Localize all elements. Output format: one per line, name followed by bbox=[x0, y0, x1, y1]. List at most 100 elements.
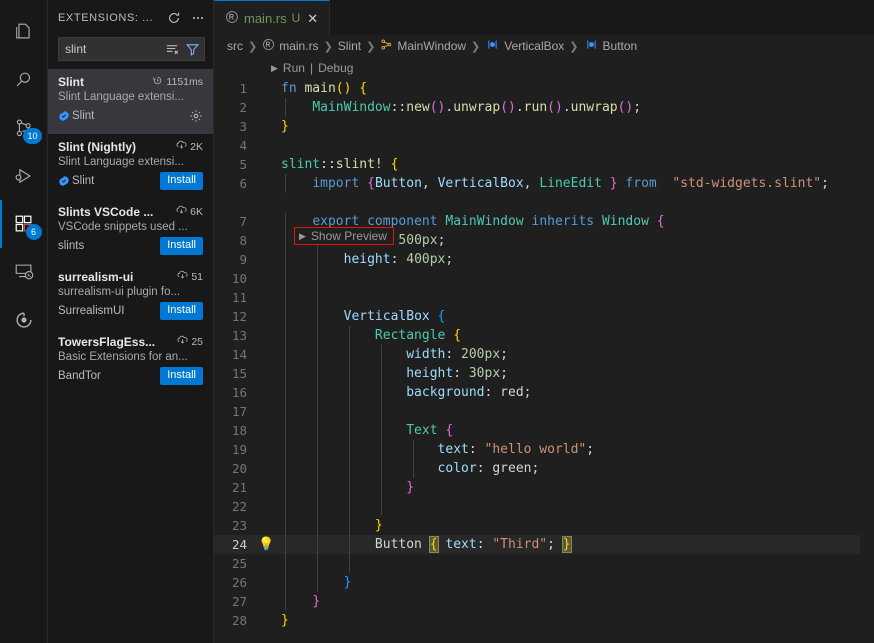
codelens-show-preview-label[interactable]: Show Preview bbox=[311, 229, 387, 243]
extension-name: Slint (Nightly) bbox=[58, 140, 172, 154]
download-icon bbox=[177, 270, 188, 284]
line-gutter bbox=[254, 307, 281, 326]
extension-description: VSCode snippets used ... bbox=[58, 221, 203, 233]
search-input[interactable] bbox=[65, 42, 161, 56]
list-item[interactable]: Slints VSCode ... 6K VSCode snippets use… bbox=[48, 199, 213, 264]
line-content: } bbox=[281, 478, 874, 497]
line-content bbox=[281, 269, 874, 288]
extension-name: Slints VSCode ... bbox=[58, 205, 172, 219]
line-content: VerticalBox { bbox=[281, 307, 874, 326]
line-number: 28 bbox=[214, 611, 254, 630]
line-number: 27 bbox=[214, 592, 254, 611]
extension-meta-value: 25 bbox=[191, 336, 203, 348]
extension-search-box[interactable] bbox=[58, 37, 205, 61]
activity-item-source-control[interactable]: 10 bbox=[0, 104, 48, 152]
install-button[interactable]: Install bbox=[160, 172, 203, 190]
codelens-placeholder bbox=[281, 193, 874, 212]
line-number: 4 bbox=[214, 136, 254, 155]
activity-item-run-debug[interactable] bbox=[0, 152, 48, 200]
install-button[interactable]: Install bbox=[160, 237, 203, 255]
download-icon bbox=[176, 140, 187, 154]
codelens-show-preview[interactable]: ▶ Show Preview bbox=[294, 227, 394, 245]
clear-filter-icon[interactable] bbox=[163, 40, 181, 58]
tab-bar-empty-space bbox=[330, 0, 874, 35]
list-item[interactable]: surrealism-ui 51 surrealism-ui plugin fo… bbox=[48, 264, 213, 329]
activity-item-explorer[interactable] bbox=[0, 8, 48, 56]
activity-item-remote-explorer[interactable] bbox=[0, 248, 48, 296]
install-button[interactable]: Install bbox=[160, 367, 203, 385]
line-content: color: green; bbox=[281, 459, 874, 478]
line-number: 9 bbox=[214, 250, 254, 269]
line-content: Text { bbox=[281, 421, 874, 440]
line-number: 12 bbox=[214, 307, 254, 326]
line-content: text: "hello world"; bbox=[281, 440, 874, 459]
line-number: 11 bbox=[214, 288, 254, 307]
line-content: } bbox=[281, 117, 874, 136]
code-editor[interactable]: ▶ Run | Debug 1 fn main() { 2 MainWindow… bbox=[214, 57, 874, 643]
line-gutter bbox=[254, 383, 281, 402]
line-gutter bbox=[254, 136, 281, 155]
list-item[interactable]: Slint 1151ms Slint Language extensi... bbox=[48, 69, 213, 134]
extension-name: Slint bbox=[58, 75, 148, 89]
verified-badge-icon bbox=[58, 110, 70, 122]
breadcrumb-label: src bbox=[227, 39, 243, 53]
search-icon bbox=[13, 69, 35, 91]
close-icon[interactable]: ✕ bbox=[305, 10, 320, 27]
list-item[interactable]: Slint (Nightly) 2K Slint Language extens… bbox=[48, 134, 213, 199]
line-gutter bbox=[254, 516, 281, 535]
breadcrumb-separator: ❯ bbox=[568, 40, 579, 53]
ellipsis-icon[interactable] bbox=[189, 9, 207, 27]
extensions-badge: 6 bbox=[26, 224, 42, 240]
activity-item-extensions[interactable]: 6 bbox=[0, 200, 48, 248]
code-line: 27 } bbox=[214, 592, 874, 611]
extension-gear-button[interactable] bbox=[189, 109, 203, 123]
files-icon bbox=[13, 21, 35, 43]
extension-name: surrealism-ui bbox=[58, 270, 173, 284]
breadcrumb-label: VerticalBox bbox=[504, 39, 564, 53]
extension-publisher: BandTor bbox=[58, 370, 160, 382]
codelens-debug-label[interactable]: Debug bbox=[318, 61, 353, 75]
minimap-area[interactable] bbox=[860, 57, 874, 643]
extension-description: Slint Language extensi... bbox=[58, 91, 203, 103]
tab-modifier: U bbox=[292, 11, 301, 25]
install-button[interactable]: Install bbox=[160, 302, 203, 320]
line-content: height: 400px; bbox=[281, 250, 874, 269]
line-gutter bbox=[254, 611, 281, 630]
breadcrumb-item-verticalbox[interactable]: VerticalBox bbox=[485, 38, 564, 54]
breadcrumb-item-slint[interactable]: Slint bbox=[338, 39, 361, 53]
breadcrumb-item-main-rs[interactable]: main.rs bbox=[262, 38, 318, 54]
codelens-run-label[interactable]: Run bbox=[283, 61, 305, 75]
line-gutter bbox=[254, 592, 281, 611]
tab-main-rs[interactable]: main.rs U ✕ bbox=[214, 0, 330, 35]
list-item[interactable]: TowersFlagEss... 25 Basic Extensions for… bbox=[48, 329, 213, 394]
filter-icon[interactable] bbox=[183, 40, 201, 58]
code-line: 6 import {Button, VerticalBox, LineEdit … bbox=[214, 174, 874, 193]
line-gutter bbox=[254, 98, 281, 117]
line-number: 20 bbox=[214, 459, 254, 478]
lightbulb-icon[interactable]: 💡 bbox=[258, 537, 274, 552]
codelens-run-debug[interactable]: ▶ Run | Debug bbox=[271, 57, 353, 79]
code-line: 17 bbox=[214, 402, 874, 421]
vscode-window: 10 6 bbox=[0, 0, 874, 643]
line-number: 13 bbox=[214, 326, 254, 345]
code-line: 14 width: 200px; bbox=[214, 345, 874, 364]
activity-item-search[interactable] bbox=[0, 56, 48, 104]
extension-title-row: Slint (Nightly) 2K bbox=[58, 140, 203, 154]
breadcrumb-item-button[interactable]: Button bbox=[584, 38, 638, 54]
line-content: height: 30px; bbox=[281, 364, 874, 383]
activity-item-slint-preview[interactable] bbox=[0, 296, 48, 344]
line-number: 23 bbox=[214, 516, 254, 535]
line-gutter bbox=[254, 497, 281, 516]
line-gutter bbox=[254, 421, 281, 440]
breadcrumb-item-mainwindow[interactable]: MainWindow bbox=[380, 38, 466, 54]
extension-publisher: Slint bbox=[58, 110, 189, 122]
line-gutter bbox=[254, 364, 281, 383]
activity-bar: 10 6 bbox=[0, 0, 48, 643]
line-content: } bbox=[281, 573, 874, 592]
line-content bbox=[281, 554, 874, 573]
code-line: 10 bbox=[214, 269, 874, 288]
refresh-icon[interactable] bbox=[165, 9, 183, 27]
codelens-separator: | bbox=[310, 61, 313, 75]
extension-description: Slint Language extensi... bbox=[58, 156, 203, 168]
breadcrumb-item-src[interactable]: src bbox=[227, 39, 243, 53]
